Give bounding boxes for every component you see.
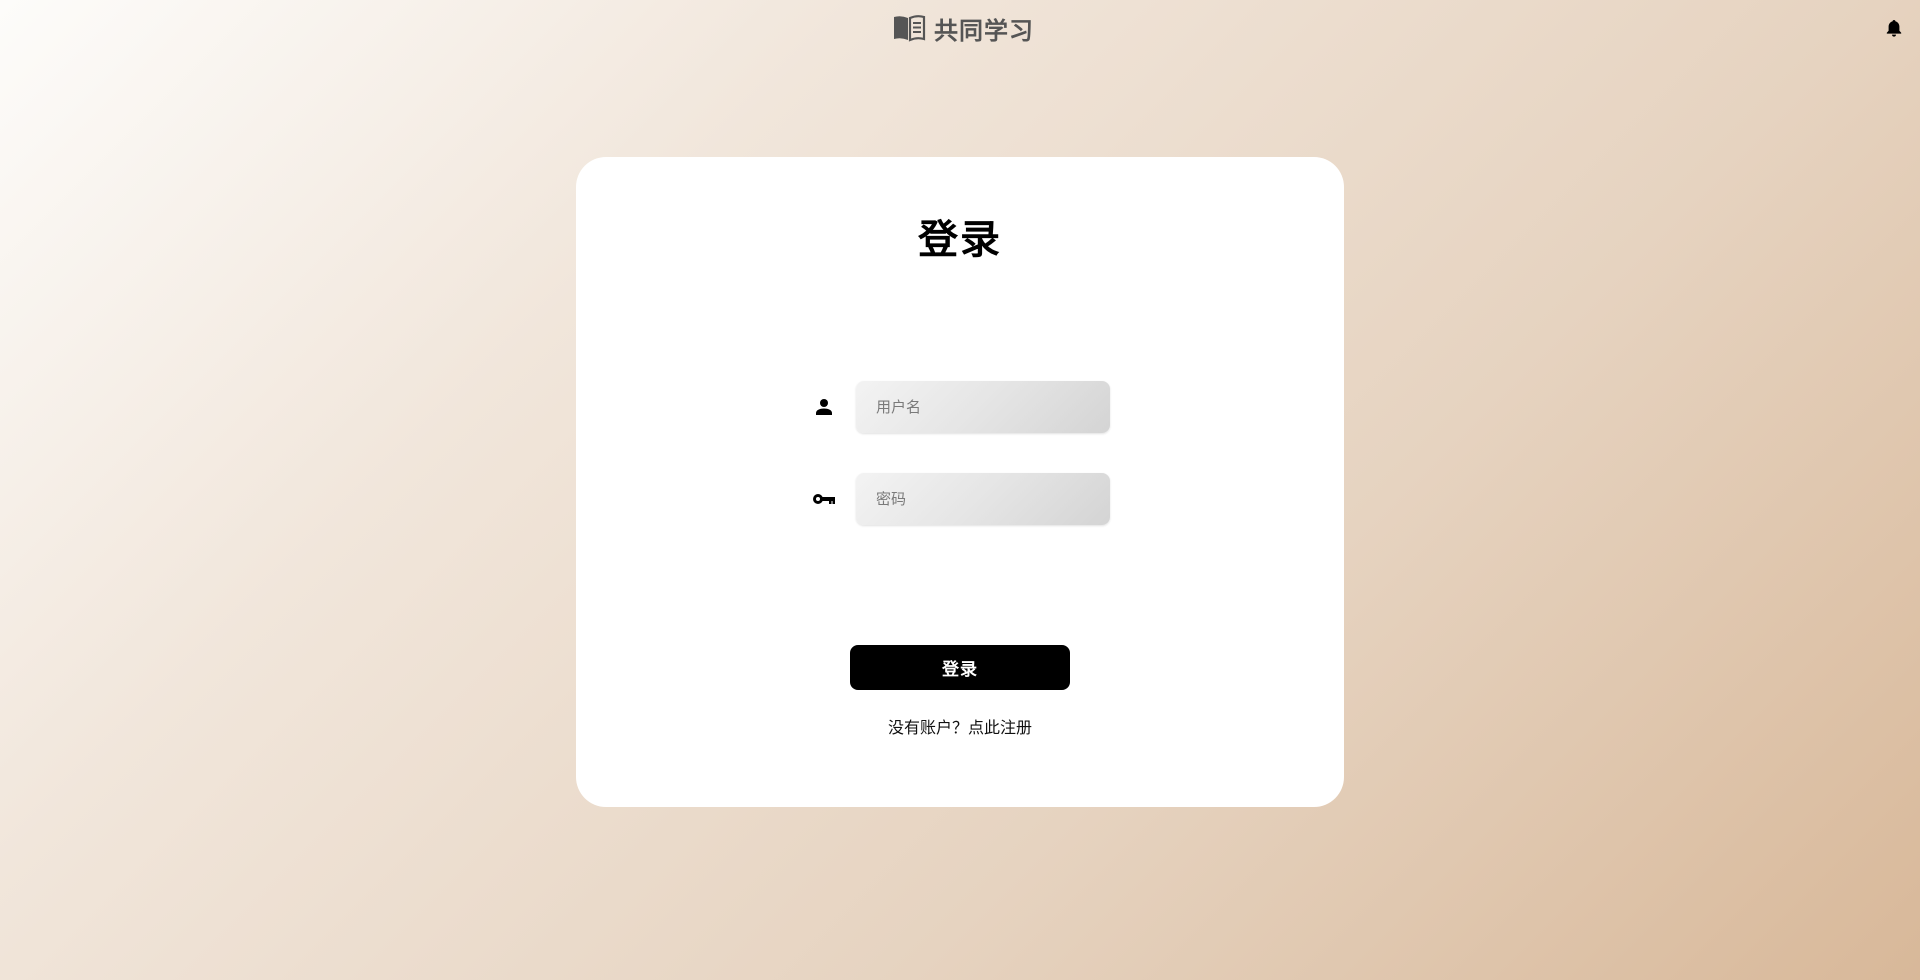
top-bar: 共同学习 [0,0,1920,56]
login-button[interactable]: 登录 [850,645,1070,690]
brand-name: 共同学习 [934,16,1034,45]
register-prompt: 没有账户？点此注册 [576,714,1344,738]
login-card: 登录 登录 没有账户？点此注册 [576,157,1344,807]
password-input[interactable] [856,473,1110,525]
login-title: 登录 [918,217,1002,263]
brand[interactable]: 共同学习 [892,11,1034,45]
register-link[interactable]: 点此注册 [968,718,1032,737]
username-input[interactable] [856,381,1110,433]
user-icon [810,393,838,421]
book-icon [892,13,926,43]
key-icon [810,485,838,513]
password-row [810,473,1110,525]
register-prompt-text: 没有账户？ [887,718,968,737]
bell-icon[interactable] [1884,17,1904,39]
username-row [810,381,1110,433]
